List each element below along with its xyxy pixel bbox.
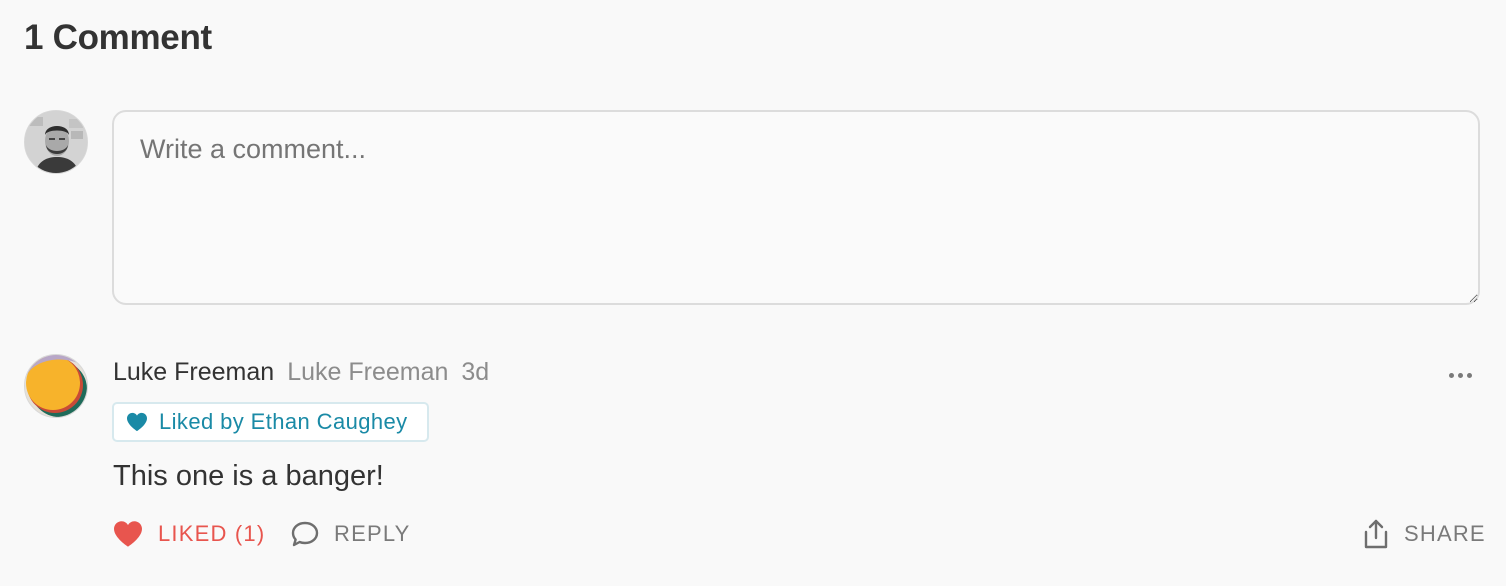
more-options-icon[interactable] [1440,362,1480,388]
comments-heading: 1 Comment [24,18,212,57]
comments-section: 1 Comment Luke Freeman Luke Freeman [0,0,1506,586]
comment-author-handle[interactable]: Luke Freeman [287,358,448,387]
comment-author-avatar[interactable] [24,354,88,418]
comment-timestamp[interactable]: 3d [461,358,489,387]
heart-filled-icon [112,520,144,548]
like-button[interactable]: LIKED (1) [112,514,265,554]
reply-label: REPLY [334,521,411,546]
avatar-photo [25,111,87,173]
comment-meta: Luke Freeman Luke Freeman 3d [113,358,489,394]
share-label: SHARE [1404,521,1486,546]
liked-by-text: Liked by Ethan Caughey [159,409,408,434]
dot [1457,372,1463,378]
comment-author-name[interactable]: Luke Freeman [113,358,274,387]
like-label: LIKED (1) [158,521,266,546]
comment-input[interactable] [112,110,1480,305]
dot [1466,372,1472,378]
avatar-artwork [25,355,87,417]
reply-button[interactable]: REPLY [290,514,411,554]
current-user-avatar [24,110,88,174]
heart-icon [126,412,148,432]
dot [1448,372,1454,378]
liked-by-badge: Liked by Ethan Caughey [112,402,429,442]
share-upload-icon [1362,518,1390,550]
speech-bubble-icon [290,520,320,548]
comment-body: This one is a banger! [113,460,384,492]
share-button[interactable]: SHARE [1362,514,1486,554]
